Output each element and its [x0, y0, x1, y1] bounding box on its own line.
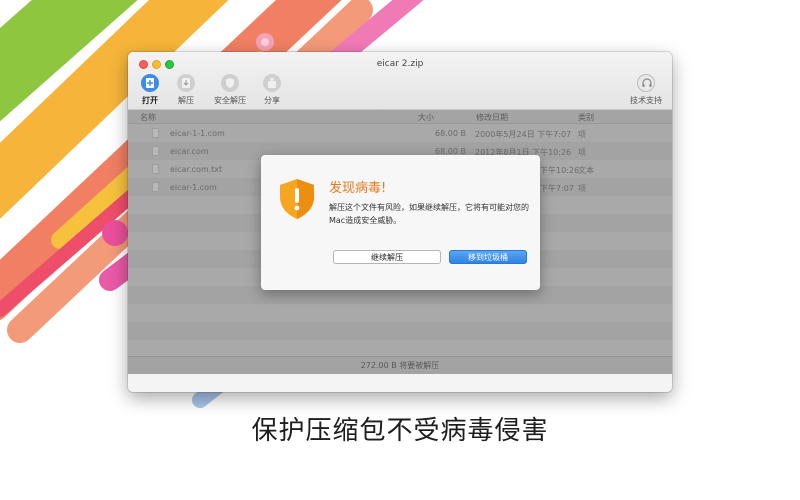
dialog-title: 发现病毒!	[329, 181, 387, 196]
file-icon	[152, 164, 159, 174]
file-modified: 下午10:26	[540, 166, 580, 175]
open-icon	[141, 74, 159, 92]
status-bar: 272.00 B 将要被解压	[128, 356, 672, 374]
window-title: eicar 2.zip	[376, 59, 424, 69]
column-header-size[interactable]: 大小	[418, 112, 434, 123]
column-headers: 名称 大小 修改日期 类别	[128, 110, 672, 124]
column-header-name[interactable]: 名称	[140, 112, 156, 123]
extract-label: 解压	[178, 96, 194, 105]
file-icon	[152, 146, 159, 156]
file-kind: 项	[578, 184, 586, 193]
table-row[interactable]: eicar-1-1.com 68.00 B 2000年5月24日 下午7:07 …	[128, 124, 672, 142]
dialog-message: 解压这个文件有风险，如果继续解压，它将有可能对您的Mac造成安全威胁。	[329, 203, 529, 225]
safe-extract-label: 安全解压	[214, 96, 246, 105]
file-name: eicar-1.com	[170, 183, 217, 192]
support-button[interactable]: 技术支持	[624, 74, 668, 106]
safe-extract-button[interactable]: 安全解压	[208, 74, 252, 106]
virus-alert-dialog: 发现病毒! 解压这个文件有风险，如果继续解压，它将有可能对您的Mac造成安全威胁…	[261, 155, 540, 290]
warning-shield-icon	[280, 179, 314, 219]
column-header-modified[interactable]: 修改日期	[476, 112, 508, 123]
file-kind: 文本	[578, 166, 594, 175]
extract-button[interactable]: 解压	[164, 74, 208, 106]
share-label: 分享	[264, 96, 280, 105]
file-icon	[152, 182, 159, 192]
file-kind: 项	[578, 130, 586, 139]
file-name: eicar.com	[170, 147, 209, 156]
file-icon	[152, 128, 159, 138]
file-modified: 2000年5月24日 下午7:07	[475, 130, 572, 139]
file-size: 68.00 B	[435, 129, 466, 138]
file-name: eicar-1-1.com	[170, 129, 225, 138]
file-modified: 下午7:07	[540, 184, 574, 193]
titlebar: eicar 2.zip 打开 解压 安全解压 分享 技术支持	[128, 52, 672, 110]
move-to-trash-button[interactable]: 移到垃圾桶	[449, 250, 527, 264]
column-header-kind[interactable]: 类别	[578, 112, 594, 123]
share-button[interactable]: 分享	[250, 74, 294, 106]
promo-caption: 保护压缩包不受病毒侵害	[251, 416, 549, 446]
continue-extract-button[interactable]: 继续解压	[333, 250, 441, 264]
headset-icon	[637, 74, 655, 92]
empty-row	[128, 322, 672, 340]
share-icon	[263, 74, 281, 92]
open-label: 打开	[142, 96, 158, 105]
file-kind: 项	[578, 148, 586, 157]
extract-icon	[177, 74, 195, 92]
shield-icon	[221, 74, 239, 92]
support-label: 技术支持	[630, 96, 662, 105]
file-name: eicar.com.txt	[170, 165, 223, 174]
